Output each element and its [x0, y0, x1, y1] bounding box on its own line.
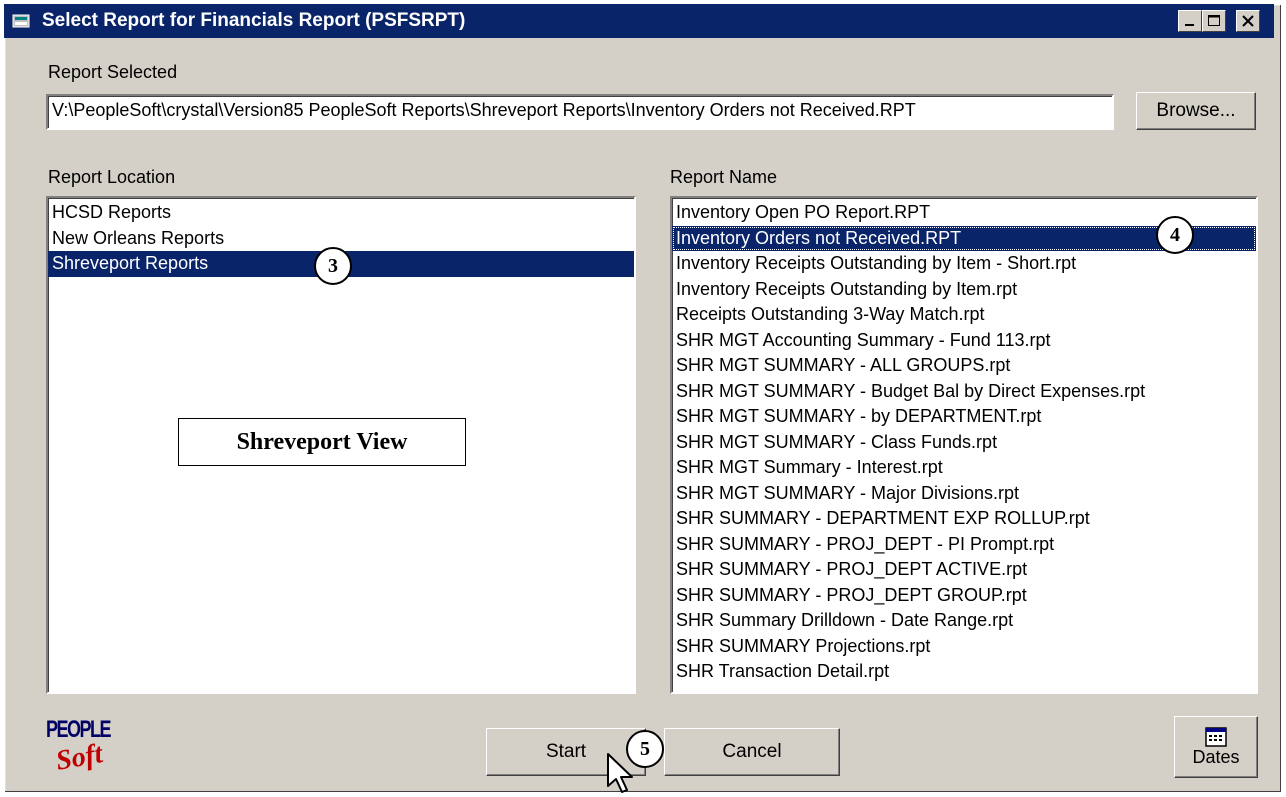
shreveport-view-annotation: Shreveport View	[178, 418, 466, 466]
report-name-item[interactable]: SHR SUMMARY - PROJ_DEPT GROUP.rpt	[672, 583, 1256, 609]
report-name-item[interactable]: SHR MGT SUMMARY - by DEPARTMENT.rpt	[672, 404, 1256, 430]
report-name-item[interactable]: SHR MGT SUMMARY - ALL GROUPS.rpt	[672, 353, 1256, 379]
report-name-item[interactable]: SHR MGT Summary - Interest.rpt	[672, 455, 1256, 481]
minimize-icon	[1185, 24, 1194, 26]
window-title: Select Report for Financials Report (PSF…	[42, 10, 466, 31]
report-name-item[interactable]: Receipts Outstanding 3-Way Match.rpt	[672, 302, 1256, 328]
report-name-list[interactable]: Inventory Open PO Report.RPT Inventory Or…	[670, 196, 1258, 694]
browse-button[interactable]: Browse...	[1136, 92, 1256, 130]
report-name-item[interactable]: Inventory Receipts Outstanding by Item -…	[672, 251, 1256, 277]
report-name-item[interactable]: Inventory Receipts Outstanding by Item.r…	[672, 277, 1256, 303]
minimize-button[interactable]	[1178, 10, 1202, 32]
peoplesoft-logo: PEOPLE Soft	[46, 716, 116, 778]
close-icon	[1242, 15, 1254, 27]
title-bar[interactable]: Select Report for Financials Report (PSF…	[4, 4, 1274, 38]
report-path-field[interactable]: V:\PeopleSoft\crystal\Version85 PeopleSo…	[46, 94, 1114, 130]
report-name-item[interactable]: SHR MGT SUMMARY - Major Divisions.rpt	[672, 481, 1256, 507]
report-name-label: Report Name	[670, 167, 778, 187]
cancel-button[interactable]: Cancel	[664, 728, 840, 776]
dates-label: Dates	[1192, 747, 1240, 767]
report-name-item[interactable]: SHR SUMMARY - DEPARTMENT EXP ROLLUP.rpt	[672, 506, 1256, 532]
report-name-item[interactable]: SHR SUMMARY Projections.rpt	[672, 634, 1256, 660]
calendar-icon	[1205, 727, 1227, 747]
report-name-item[interactable]: SHR MGT SUMMARY - Budget Bal by Direct E…	[672, 379, 1256, 405]
report-location-label: Report Location	[48, 167, 176, 187]
maximize-icon	[1208, 15, 1220, 26]
report-name-item[interactable]: SHR MGT Accounting Summary - Fund 113.rp…	[672, 328, 1256, 354]
report-name-item[interactable]: SHR SUMMARY - PROJ_DEPT ACTIVE.rpt	[672, 557, 1256, 583]
report-name-item[interactable]: SHR Summary Drilldown - Date Range.rpt	[672, 608, 1256, 634]
report-name-item[interactable]: SHR MGT SUMMARY - Class Funds.rpt	[672, 430, 1256, 456]
callout-4: 4	[1156, 216, 1194, 254]
window-app-icon	[12, 14, 30, 28]
dates-button[interactable]: Dates	[1174, 716, 1258, 778]
report-name-item[interactable]: SHR SUMMARY - PROJ_DEPT - PI Prompt.rpt	[672, 532, 1256, 558]
location-item-hcsd[interactable]: HCSD Reports	[48, 200, 634, 226]
close-button[interactable]	[1236, 10, 1260, 32]
callout-3: 3	[314, 247, 352, 285]
logo-people-text: PEOPLE	[46, 716, 112, 743]
report-name-item[interactable]: SHR Transaction Detail.rpt	[672, 659, 1256, 685]
maximize-button[interactable]	[1202, 10, 1226, 32]
mouse-pointer-icon	[607, 753, 633, 793]
logo-soft-text: Soft	[53, 738, 105, 777]
report-selected-label: Report Selected	[48, 62, 178, 82]
location-item-new-orleans[interactable]: New Orleans Reports	[48, 226, 634, 252]
